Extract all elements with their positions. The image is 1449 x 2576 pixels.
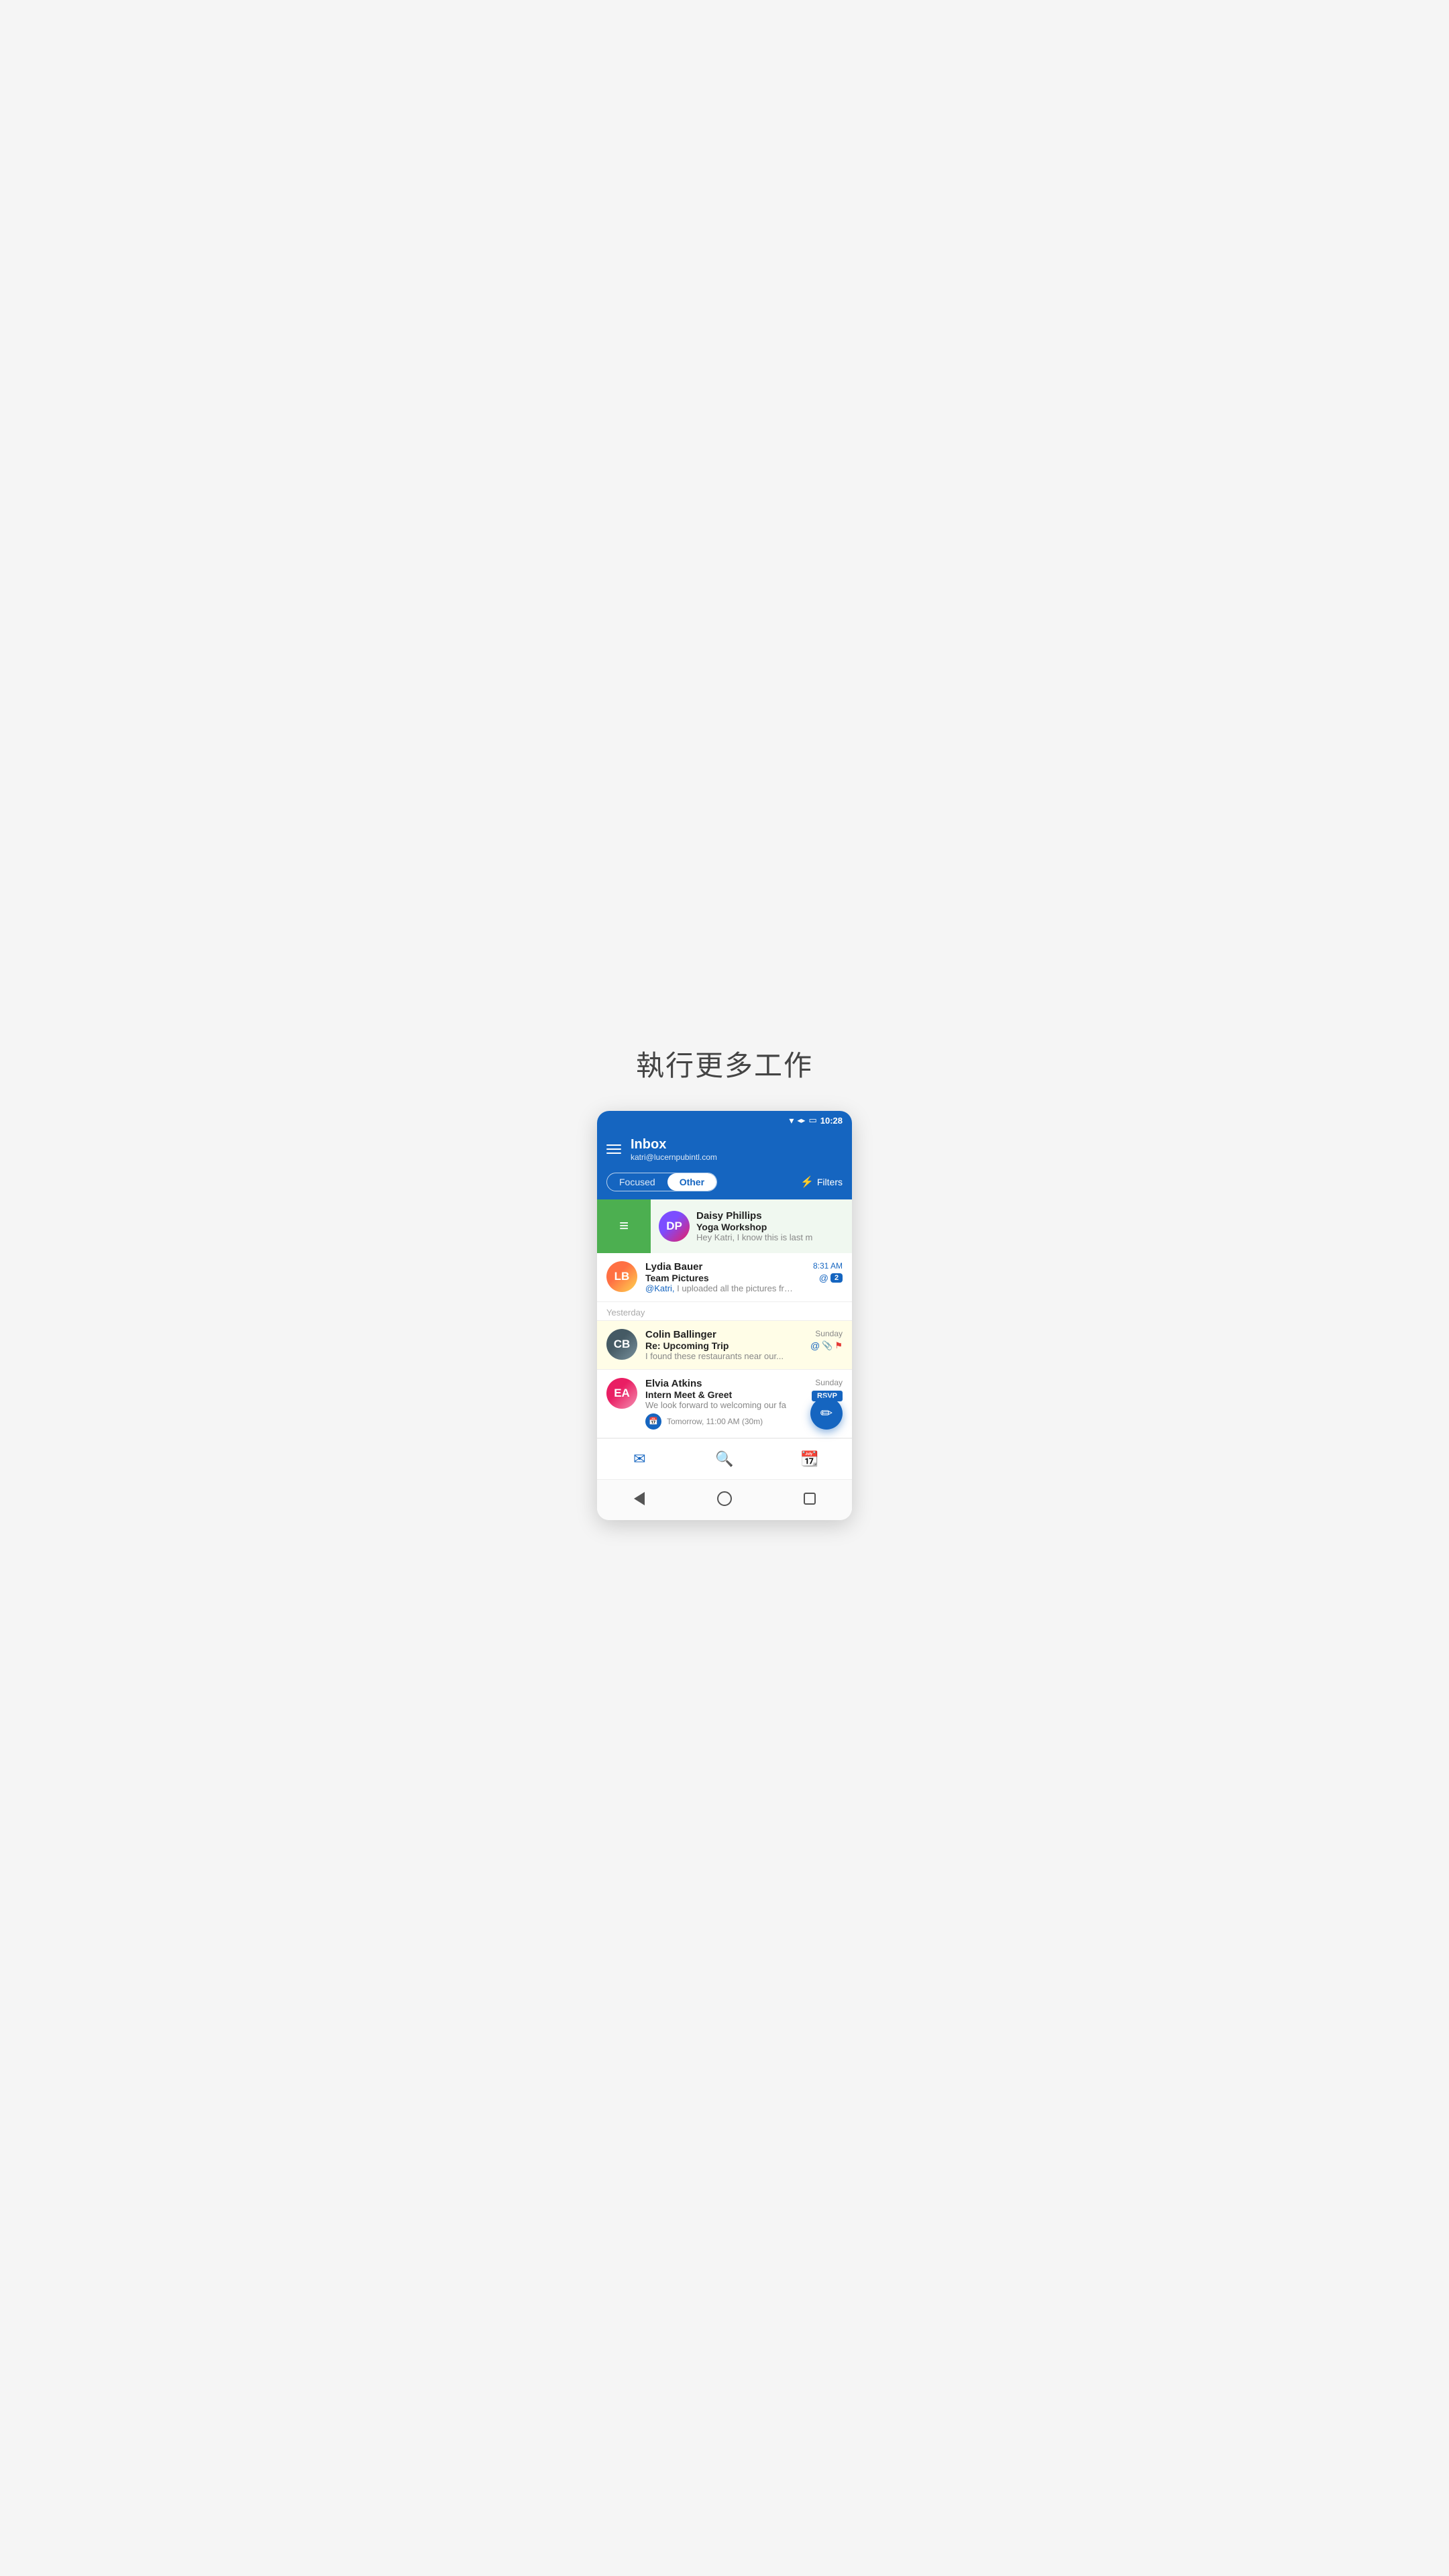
tabs-bar: Focused Other ⚡ Filters [597,1167,852,1199]
email-subject-daisy: Yoga Workshop [696,1222,844,1232]
email-subject-colin: Re: Upcoming Trip [645,1340,794,1351]
back-button[interactable] [627,1487,651,1511]
inbox-email: katri@lucernpubintl.com [631,1152,717,1162]
status-bar: ▾ ◂▸ ▭ 10:28 [597,1111,852,1130]
tabs-container: Focused Other [606,1173,717,1191]
email-badges-colin: @ 📎 ⚑ [810,1340,843,1351]
nav-calendar-button[interactable]: 📆 [796,1446,823,1472]
avatar-face-elvia: EA [606,1378,637,1409]
compose-fab[interactable]: ✏ [810,1397,843,1430]
system-nav [597,1479,852,1520]
recents-button[interactable] [798,1487,822,1511]
email-subject-lydia: Team Pictures [645,1273,794,1283]
email-time-elvia: Sunday [815,1378,843,1387]
at-badge-lydia: @ [819,1273,828,1283]
email-sender-elvia: Elvia Atkins [645,1378,794,1389]
tab-focused[interactable]: Focused [607,1173,667,1191]
swipe-action-archive: ≡ [597,1199,651,1253]
email-item-daisy[interactable]: ≡ DP Daisy Phillips Yoga Workshop Hey Ka… [597,1199,852,1253]
attachment-badge-colin: 📎 [822,1340,833,1351]
compose-icon: ✏ [820,1405,833,1422]
date-divider: Yesterday [597,1302,852,1321]
email-item-lydia[interactable]: LB Lydia Bauer Team Pictures @Katri, I u… [597,1253,852,1302]
avatar-daisy: DP [659,1211,690,1242]
flag-badge-colin: ⚑ [835,1340,843,1351]
avatar-face-lydia: LB [606,1261,637,1292]
hamburger-menu[interactable] [606,1144,621,1154]
email-row-elvia: Elvia Atkins Intern Meet & Greet We look… [645,1378,794,1430]
avatar-elvia: EA [606,1378,637,1409]
wifi-icon: ▾ [789,1115,794,1126]
app-bar: Inbox katri@lucernpubintl.com [597,1130,852,1167]
email-sender-daisy: Daisy Phillips [696,1210,844,1222]
email-row-lydia: Lydia Bauer Team Pictures @Katri, I uplo… [645,1261,794,1293]
email-subject-elvia: Intern Meet & Greet [645,1389,794,1400]
email-preview-daisy: Hey Katri, I know this is last m [696,1232,844,1242]
tab-other[interactable]: Other [667,1173,716,1191]
email-item-colin[interactable]: CB Colin Ballinger Re: Upcoming Trip I f… [597,1321,852,1370]
email-list: ≡ DP Daisy Phillips Yoga Workshop Hey Ka… [597,1199,852,1438]
email-preview-elvia: We look forward to welcoming our fa [645,1400,794,1410]
email-meta-lydia: 8:31 AM @ 2 [802,1261,843,1283]
home-button[interactable] [712,1487,737,1511]
event-row-elvia: 📅 Tomorrow, 11:00 AM (30m) [645,1413,794,1430]
home-icon [717,1491,732,1506]
email-preview-text-lydia: I uploaded all the pictures fro... [677,1283,794,1293]
avatar-face-colin: CB [606,1329,637,1360]
filters-button[interactable]: ⚡ Filters [800,1175,843,1189]
nav-mail-button[interactable]: ✉ [626,1446,653,1472]
email-sender-lydia: Lydia Bauer [645,1261,794,1273]
email-item-elvia[interactable]: EA Elvia Atkins Intern Meet & Greet We l… [597,1370,852,1438]
email-sender-colin: Colin Ballinger [645,1329,794,1340]
count-badge-lydia: 2 [830,1273,843,1283]
avatar-face-daisy: DP [659,1211,690,1242]
email-time-colin: Sunday [815,1329,843,1338]
avatar-colin: CB [606,1329,637,1360]
signal-icon: ◂▸ [797,1116,805,1125]
email-time-lydia: 8:31 AM [813,1261,843,1271]
back-icon [634,1492,645,1505]
archive-icon: ≡ [619,1217,629,1236]
at-badge-colin: @ [810,1340,820,1351]
calendar-icon: 📆 [800,1450,818,1468]
nav-search-button[interactable]: 🔍 [711,1446,738,1472]
email-badges-lydia: @ 2 [819,1273,843,1283]
page-title: 執行更多工作 [636,1043,813,1084]
app-bar-title: Inbox katri@lucernpubintl.com [631,1137,717,1162]
battery-icon: ▭ [808,1115,816,1126]
calendar-event-icon: 📅 [645,1413,661,1430]
search-icon: 🔍 [715,1450,733,1468]
email-preview-lydia: @Katri, I uploaded all the pictures fro.… [645,1283,794,1293]
inbox-title: Inbox [631,1137,717,1152]
email-row-colin: Colin Ballinger Re: Upcoming Trip I foun… [645,1329,794,1361]
avatar-lydia: LB [606,1261,637,1292]
email-row-daisy: Daisy Phillips Yoga Workshop Hey Katri, … [696,1210,844,1242]
email-meta-colin: Sunday @ 📎 ⚑ [802,1329,843,1351]
filters-label: Filters [817,1177,843,1187]
email-preview-colin: I found these restaurants near our... [645,1351,794,1361]
event-time-text: Tomorrow, 11:00 AM (30m) [667,1417,763,1426]
status-time: 10:28 [820,1116,843,1126]
bottom-nav: ✉ 🔍 📆 [597,1438,852,1479]
mail-icon: ✉ [633,1450,645,1468]
recents-icon [804,1493,816,1505]
phone-frame: ▾ ◂▸ ▭ 10:28 Inbox katri@lucernpubintl.c… [597,1111,852,1520]
email-content-daisy: DP Daisy Phillips Yoga Workshop Hey Katr… [651,1199,852,1253]
filters-icon: ⚡ [800,1175,814,1189]
status-icons: ▾ ◂▸ ▭ 10:28 [789,1115,843,1126]
mention-tag-lydia: @Katri, [645,1283,675,1293]
